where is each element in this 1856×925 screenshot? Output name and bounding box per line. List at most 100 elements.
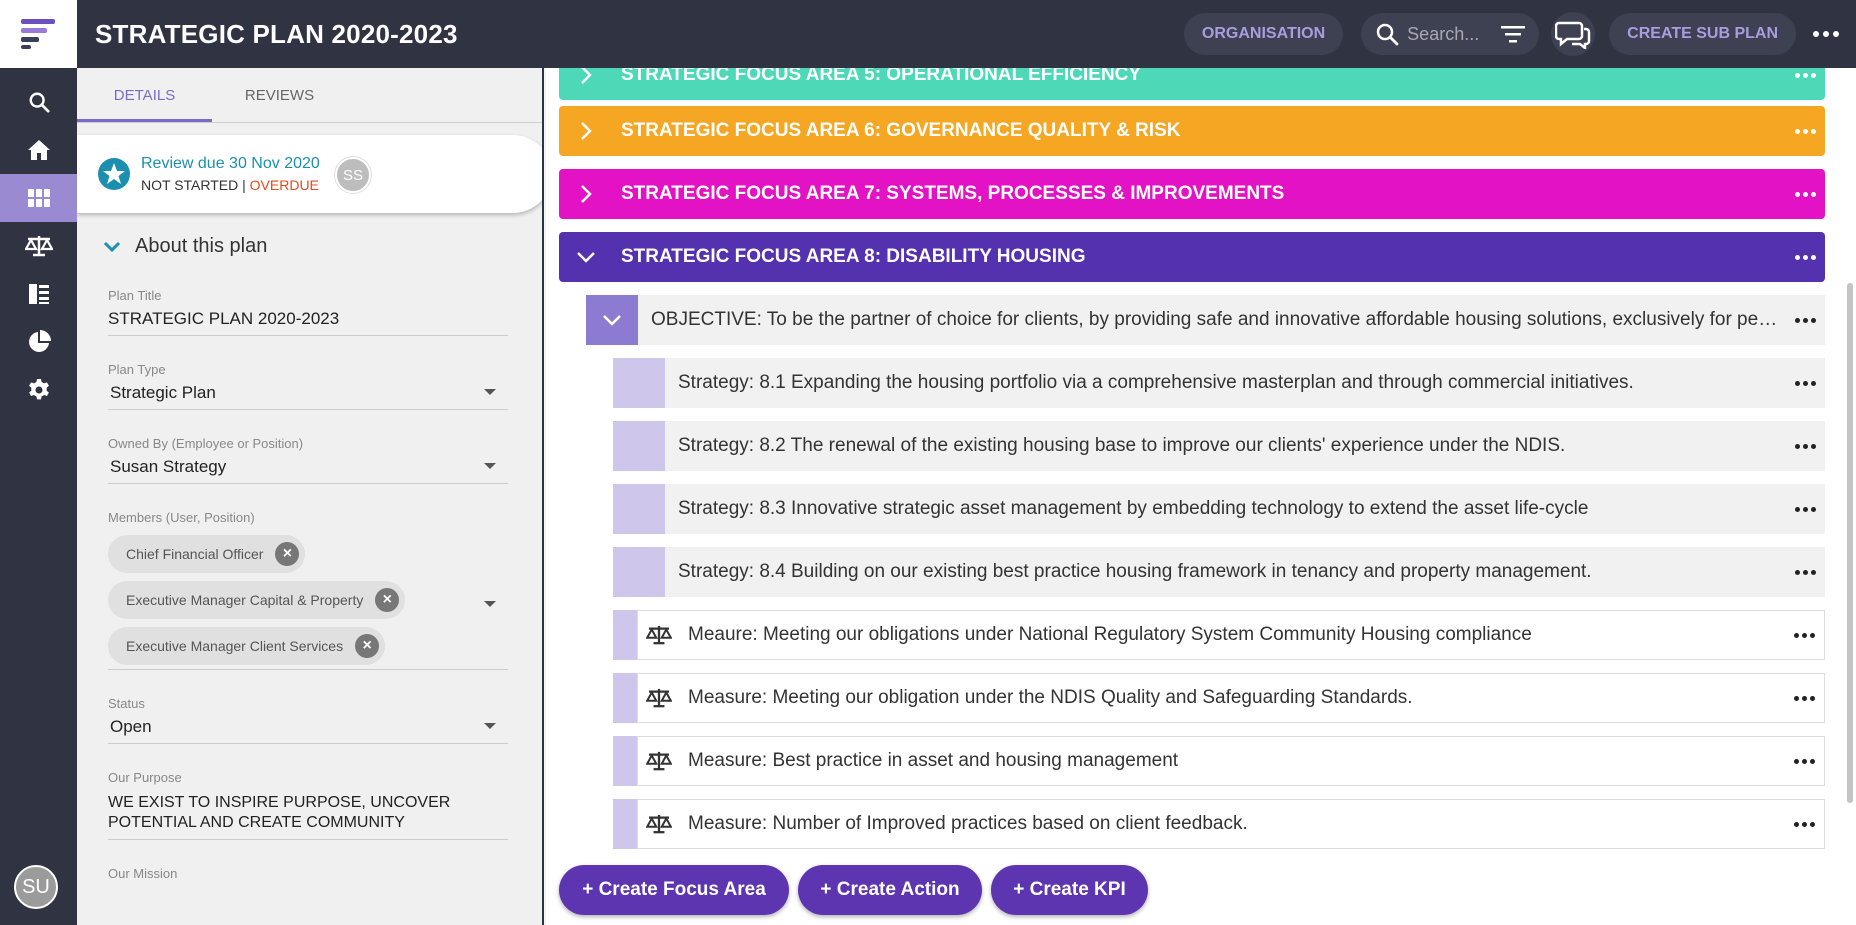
more-options-icon[interactable] xyxy=(1785,506,1825,512)
focus-area-5[interactable]: STRATEGIC FOCUS AREA 5: OPERATIONAL EFFI… xyxy=(559,68,1825,100)
chat-bubbles-icon xyxy=(1555,21,1591,49)
purpose-field[interactable]: Our Purpose WE EXIST TO INSPIRE PURPOSE,… xyxy=(108,770,508,840)
strategy-row[interactable]: Strategy: 8.1 Expanding the housing port… xyxy=(613,358,1825,408)
create-action-button[interactable]: + Create Action xyxy=(798,865,982,915)
search-icon xyxy=(29,92,50,113)
assignee-avatar[interactable]: SS xyxy=(335,157,371,193)
chevron-right-icon[interactable] xyxy=(561,121,611,141)
search-input[interactable]: Search... xyxy=(1407,24,1501,45)
mission-field[interactable]: Our Mission xyxy=(108,866,508,887)
measure-text: Meaure: Meeting our obligations under Na… xyxy=(688,624,1532,645)
plan-type-field[interactable]: Plan Type Strategic Plan xyxy=(108,362,508,410)
chevron-right-icon[interactable] xyxy=(561,68,611,85)
strategy-text: Strategy: 8.4 Building on our existing b… xyxy=(678,561,1592,582)
user-avatar[interactable]: SU xyxy=(14,865,58,909)
dropdown-arrow-icon[interactable] xyxy=(484,601,496,607)
remove-chip-icon[interactable]: × xyxy=(355,634,380,658)
status-field[interactable]: Status Open xyxy=(108,696,508,744)
focus-area-8[interactable]: STRATEGIC FOCUS AREA 8: DISABILITY HOUSI… xyxy=(559,232,1825,282)
plan-type-label: Plan Type xyxy=(108,362,166,377)
about-section-toggle[interactable]: About this plan xyxy=(77,235,542,258)
chevron-down-icon[interactable] xyxy=(561,251,611,263)
dropdown-arrow-icon[interactable] xyxy=(484,389,496,395)
filter-icon[interactable] xyxy=(1501,24,1526,44)
plan-type-select[interactable]: Strategic Plan xyxy=(108,383,508,403)
purpose-value[interactable]: WE EXIST TO INSPIRE PURPOSE, UNCOVER POT… xyxy=(108,793,508,833)
scales-icon xyxy=(24,236,53,257)
nav-plans[interactable] xyxy=(0,174,77,222)
plan-title-field[interactable]: Plan Title STRATEGIC PLAN 2020-2023 xyxy=(108,288,508,336)
more-options-icon[interactable] xyxy=(1784,821,1824,827)
tab-reviews[interactable]: REVIEWS xyxy=(212,68,347,122)
strategy-marker xyxy=(613,358,665,408)
strategy-text: Strategy: 8.3 Innovative strategic asset… xyxy=(678,498,1589,519)
strategy-row[interactable]: Strategy: 8.2 The renewal of the existin… xyxy=(613,421,1825,471)
measure-row[interactable]: Measure: Best practice in asset and hous… xyxy=(613,736,1825,786)
plan-title-value[interactable]: STRATEGIC PLAN 2020-2023 xyxy=(108,309,508,329)
more-options-icon[interactable] xyxy=(1785,191,1825,197)
search-icon xyxy=(1376,23,1399,46)
measure-row[interactable]: Meaure: Meeting our obligations under Na… xyxy=(613,610,1825,660)
remove-chip-icon[interactable]: × xyxy=(275,542,300,566)
owned-by-field[interactable]: Owned By (Employee or Position) Susan St… xyxy=(108,436,508,484)
more-options-icon[interactable] xyxy=(1784,695,1824,701)
create-sub-plan-button[interactable]: CREATE SUB PLAN xyxy=(1609,13,1796,55)
dropdown-arrow-icon[interactable] xyxy=(484,463,496,469)
more-options-icon[interactable] xyxy=(1785,380,1825,386)
focus-area-6[interactable]: STRATEGIC FOCUS AREA 6: GOVERNANCE QUALI… xyxy=(559,106,1825,156)
member-chip[interactable]: Chief Financial Officer × xyxy=(108,535,306,573)
remove-chip-icon[interactable]: × xyxy=(375,588,400,612)
objective-collapse-toggle[interactable] xyxy=(586,295,638,345)
status-label: Status xyxy=(108,696,145,711)
left-nav: SU xyxy=(0,68,77,925)
review-card[interactable]: Review due 30 Nov 2020 NOT STARTED | OVE… xyxy=(77,135,542,213)
more-options-icon[interactable] xyxy=(1785,254,1825,260)
member-chip[interactable]: Executive Manager Client Services × xyxy=(108,627,386,665)
create-focus-area-button[interactable]: + Create Focus Area xyxy=(559,865,789,915)
strategy-row[interactable]: Strategy: 8.3 Innovative strategic asset… xyxy=(613,484,1825,534)
more-options-icon[interactable] xyxy=(1785,128,1825,134)
nav-search[interactable] xyxy=(0,78,77,126)
create-kpi-button[interactable]: + Create KPI xyxy=(991,865,1148,915)
objective-row[interactable]: OBJECTIVE: To be the partner of choice f… xyxy=(586,295,1825,345)
nav-measures[interactable] xyxy=(0,222,77,270)
focus-area-label: STRATEGIC FOCUS AREA 8: DISABILITY HOUSI… xyxy=(621,246,1086,267)
measure-row[interactable]: Measure: Number of Improved practices ba… xyxy=(613,799,1825,849)
more-options-icon[interactable] xyxy=(1784,758,1824,764)
strategy-marker xyxy=(613,547,665,597)
organisation-button[interactable]: ORGANISATION xyxy=(1183,13,1344,55)
owned-by-label: Owned By (Employee or Position) xyxy=(108,436,304,451)
more-options-icon[interactable] xyxy=(1785,569,1825,575)
scrollbar[interactable] xyxy=(1847,283,1853,803)
more-options-icon[interactable] xyxy=(1785,317,1825,323)
member-chip-label: Executive Manager Client Services xyxy=(126,638,344,654)
member-chip[interactable]: Executive Manager Capital & Property × xyxy=(108,581,406,619)
chevron-right-icon[interactable] xyxy=(561,184,611,204)
strategy-text: Strategy: 8.1 Expanding the housing port… xyxy=(678,372,1634,393)
search-box[interactable]: Search... xyxy=(1361,13,1540,55)
owned-by-select[interactable]: Susan Strategy xyxy=(108,457,508,477)
members-label: Members (User, Position) xyxy=(108,510,255,525)
app-logo[interactable] xyxy=(0,0,77,68)
objective-text: OBJECTIVE: To be the partner of choice f… xyxy=(651,309,1785,330)
scales-icon xyxy=(638,625,680,645)
dropdown-arrow-icon[interactable] xyxy=(484,723,496,729)
chat-button[interactable] xyxy=(1551,12,1596,56)
more-options-icon[interactable] xyxy=(1785,443,1825,449)
tab-details[interactable]: DETAILS xyxy=(77,68,212,122)
measure-row[interactable]: Measure: Meeting our obligation under th… xyxy=(613,673,1825,723)
focus-area-7[interactable]: STRATEGIC FOCUS AREA 7: SYSTEMS, PROCESS… xyxy=(559,169,1825,219)
members-field[interactable]: Members (User, Position) Chief Financial… xyxy=(108,510,508,670)
nav-reports[interactable] xyxy=(0,318,77,366)
status-select[interactable]: Open xyxy=(108,717,508,737)
nav-settings[interactable] xyxy=(0,366,77,414)
strategy-row[interactable]: Strategy: 8.4 Building on our existing b… xyxy=(613,547,1825,597)
focus-area-label: STRATEGIC FOCUS AREA 7: SYSTEMS, PROCESS… xyxy=(621,183,1285,204)
nav-home[interactable] xyxy=(0,126,77,174)
details-tabs: DETAILS REVIEWS xyxy=(77,68,542,123)
more-menu-icon[interactable] xyxy=(1796,31,1856,37)
details-panel: DETAILS REVIEWS Review due 30 Nov 2020 N… xyxy=(77,68,544,925)
more-options-icon[interactable] xyxy=(1785,72,1825,78)
nav-documents[interactable] xyxy=(0,270,77,318)
more-options-icon[interactable] xyxy=(1784,632,1824,638)
